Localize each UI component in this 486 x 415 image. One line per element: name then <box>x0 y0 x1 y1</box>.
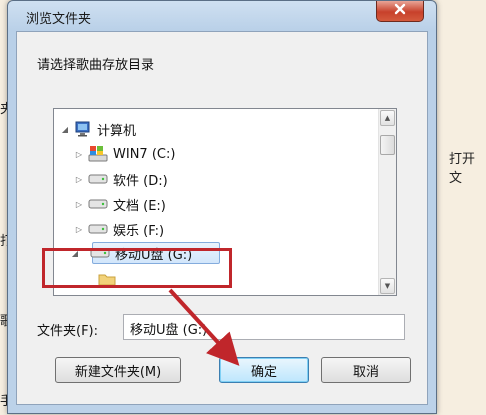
annotation-arrow-icon <box>168 288 240 366</box>
